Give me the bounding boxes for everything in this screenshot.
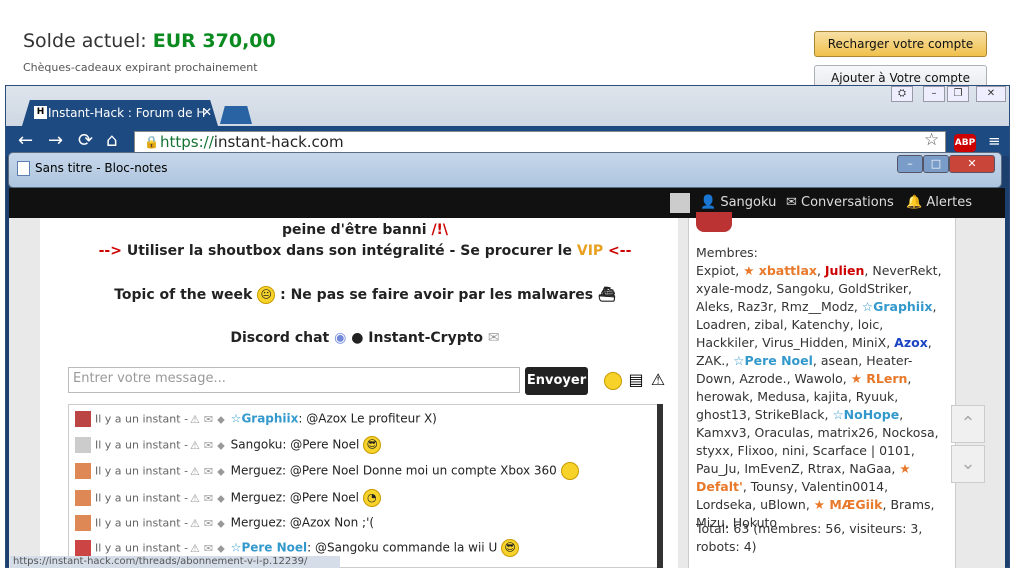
members-label: Membres: bbox=[696, 245, 758, 260]
notepad-window: Sans titre - Bloc-notes – □ ✕ bbox=[8, 152, 1002, 188]
profile-icon[interactable]: ⛭ bbox=[891, 86, 913, 102]
minimize-icon[interactable]: – bbox=[923, 86, 945, 102]
ship-icon: ⛴ bbox=[598, 287, 616, 303]
close-window-icon[interactable]: ✕ bbox=[976, 86, 1006, 102]
tag-icon: ⬥ bbox=[217, 516, 225, 530]
tab-favicon-icon: H bbox=[34, 106, 47, 119]
browser-tab[interactable]: Instant-Hack : Forum de H bbox=[22, 100, 218, 126]
report-icon: ⚠ bbox=[190, 491, 200, 505]
notepad-icon bbox=[17, 161, 30, 176]
recharge-button[interactable]: Recharger votre compte bbox=[814, 31, 987, 57]
shout-user[interactable]: Graphiix bbox=[241, 412, 298, 426]
tab-close-icon[interactable]: ✕ bbox=[202, 105, 212, 119]
mail-icon: ✉ bbox=[203, 541, 214, 555]
restore-icon[interactable]: ❐ bbox=[947, 86, 969, 102]
tab-strip: Instant-Hack : Forum de H H ✕ ⛭ – ❐ ✕ bbox=[6, 86, 1009, 126]
avatar bbox=[75, 411, 91, 427]
shout-user[interactable]: Merguez bbox=[231, 491, 282, 505]
shoutbox: Il y a un instant - ⚠ ✉ ⬥ ☆Graphiix: @Azox … bbox=[68, 404, 663, 568]
menu-icon[interactable]: ≡ bbox=[988, 132, 1001, 150]
notepad-minimize-button[interactable]: – bbox=[897, 155, 923, 173]
list-icon[interactable]: ▤ bbox=[626, 370, 646, 392]
tag-icon: ⬥ bbox=[217, 412, 225, 426]
warning-icon[interactable]: ⚠ bbox=[648, 370, 668, 392]
report-icon: ⚠ bbox=[190, 412, 200, 426]
members-total: Total: 63 (membres: 56, visiteurs: 3, rob… bbox=[696, 521, 923, 554]
sidebar-avatar bbox=[696, 212, 732, 232]
smile-icon bbox=[560, 462, 579, 480]
shoutbox-scrollbar[interactable] bbox=[657, 404, 663, 568]
discord-link[interactable]: Discord chat bbox=[230, 330, 329, 346]
shout-row: Il y a un instant - ⚠ ✉ ⬥ ☆Graphiix: @Azox … bbox=[75, 411, 437, 433]
adblock-icon[interactable]: ABP bbox=[954, 134, 976, 152]
smiley-icon: 😐 bbox=[257, 286, 276, 304]
shout-user[interactable]: Merguez bbox=[231, 516, 282, 530]
avatar bbox=[75, 437, 91, 453]
ninja-smiley-icon: 😎 bbox=[501, 539, 520, 557]
back-icon[interactable]: ← bbox=[18, 130, 33, 151]
members-list: Expiot, ★ xbattlax, Julien, NeverRekt, x… bbox=[696, 263, 942, 530]
notepad-title: Sans titre - Bloc-notes bbox=[35, 161, 168, 175]
mail-icon: ✉ bbox=[203, 464, 214, 478]
report-icon: ⚠ bbox=[190, 438, 200, 452]
lock-icon: 🔒 bbox=[144, 135, 159, 149]
mail-icon: ✉ bbox=[487, 330, 500, 346]
avatar bbox=[75, 540, 91, 556]
balance-value: EUR 370,00 bbox=[152, 30, 276, 52]
reload-icon[interactable]: ⟳ bbox=[78, 130, 93, 151]
avatar bbox=[75, 463, 91, 479]
topic-link[interactable]: : Ne pas se faire avoir par les malwares bbox=[280, 287, 593, 303]
scroll-up-button[interactable]: ⌃ bbox=[951, 405, 985, 443]
discord-icon: ◉ bbox=[334, 330, 347, 346]
mail-icon: ✉ bbox=[203, 412, 214, 426]
tag-icon: ⬥ bbox=[217, 541, 225, 555]
shout-row: Il y a un instant - ⚠ ✉ ⬥ Merguez: @Pere No… bbox=[75, 489, 381, 511]
notice-line-2: --> Utiliser la shoutbox dans son intégr… bbox=[98, 243, 632, 259]
status-bar-url: https://instant-hack.com/threads/abonnem… bbox=[10, 556, 340, 568]
cool-smiley-icon: 😎 bbox=[363, 436, 382, 454]
shout-row: Il y a un instant - ⚠ ✉ ⬥ Merguez: @Pere No… bbox=[75, 462, 579, 484]
shout-user[interactable]: Sangoku bbox=[231, 438, 283, 452]
shout-input[interactable]: Entrer votre message... bbox=[68, 367, 520, 393]
tag-icon: ⬥ bbox=[217, 491, 225, 505]
scroll-down-button[interactable]: ⌄ bbox=[951, 445, 985, 483]
conversations-link[interactable]: ✉ Conversations bbox=[786, 195, 894, 210]
address-bar[interactable]: https://instant-hack.com bbox=[134, 131, 946, 153]
tag-icon: ⬥ bbox=[217, 464, 225, 478]
new-tab-button[interactable] bbox=[220, 106, 252, 124]
shout-user[interactable]: Pere Noel bbox=[241, 541, 307, 555]
topic-of-week: Topic of the week 😐 : Ne pas se faire av… bbox=[114, 286, 616, 304]
tag-icon: ⬥ bbox=[217, 438, 225, 452]
vip-link[interactable]: VIP bbox=[577, 243, 603, 259]
shout-row: Il y a un instant - ⚠ ✉ ⬥ Sangoku: @Pere No… bbox=[75, 436, 382, 458]
shout-user[interactable]: Merguez bbox=[231, 464, 282, 478]
mail-icon: ✉ bbox=[203, 516, 214, 530]
shout-row: Il y a un instant - ⚠ ✉ ⬥ Merguez: @Azox No… bbox=[75, 515, 374, 537]
smilies-icon[interactable] bbox=[603, 370, 623, 392]
notice-line-1: peine d'être banni /!\ bbox=[281, 222, 449, 238]
notepad-close-button[interactable]: ✕ bbox=[949, 155, 995, 173]
clock-smiley-icon: ◔ bbox=[362, 489, 381, 507]
mail-icon: ✉ bbox=[203, 438, 214, 452]
report-icon: ⚠ bbox=[190, 516, 200, 530]
notepad-maximize-button[interactable]: □ bbox=[923, 155, 949, 173]
user-link[interactable]: 👤 Sangoku bbox=[700, 195, 776, 210]
discord-line: Discord chat ◉ ● Instant-Crypto ✉ bbox=[60, 330, 670, 346]
balance-text: Solde actuel: EUR 370,00 bbox=[23, 30, 276, 52]
report-icon: ⚠ bbox=[190, 464, 200, 478]
report-icon: ⚠ bbox=[190, 541, 200, 555]
mail-icon: ✉ bbox=[203, 491, 214, 505]
gift-note: Chèques-cadeaux expirant prochainement bbox=[23, 61, 258, 74]
avatar bbox=[75, 515, 91, 531]
bookmark-star-icon[interactable]: ☆ bbox=[924, 130, 939, 150]
forward-icon[interactable]: → bbox=[48, 130, 63, 151]
user-avatar[interactable] bbox=[670, 193, 690, 213]
send-button[interactable]: Envoyer bbox=[525, 367, 588, 395]
home-icon[interactable]: ⌂ bbox=[106, 130, 117, 151]
crypto-link[interactable]: ● Instant-Crypto bbox=[351, 330, 483, 346]
avatar bbox=[75, 490, 91, 506]
alerts-link[interactable]: 🔔 Alertes bbox=[906, 195, 972, 210]
